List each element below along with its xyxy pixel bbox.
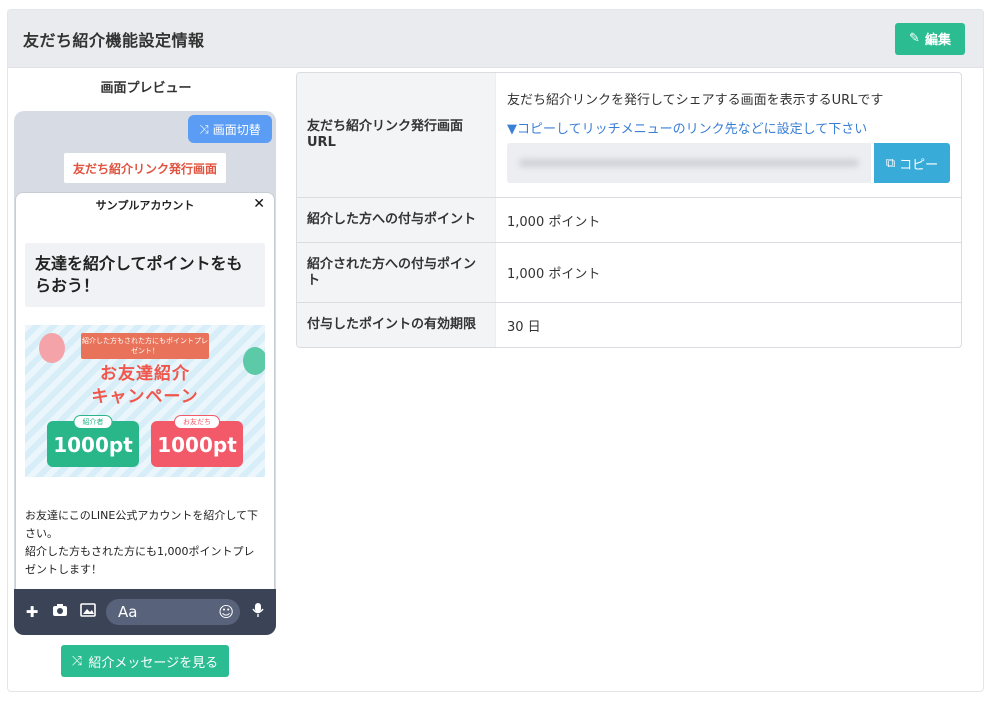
chat-window: サンプルアカウント ✕ 友達を紹介してポイントをもらおう！ 紹介した方もされた方… bbox=[15, 192, 275, 589]
expiry-value: 30 日 bbox=[507, 319, 541, 335]
chat-message-body: お友達にこのLINE公式アカウントを紹介して下さい。 紹介した方もされた方にも1… bbox=[25, 507, 265, 579]
table-row: 紹介された方への付与ポイント 1,000 ポイント bbox=[297, 242, 961, 302]
switch-screen-label: 画面切替 bbox=[212, 122, 261, 137]
referrer-points-label: 紹介した方への付与ポイント bbox=[297, 198, 496, 242]
url-field[interactable] bbox=[507, 143, 871, 183]
table-row: 紹介した方への付与ポイント 1,000 ポイント bbox=[297, 197, 961, 242]
edit-button-label: 編集 bbox=[924, 33, 951, 48]
friend-points: 1000pt bbox=[157, 433, 237, 457]
view-message-label: 紹介メッセージを見る bbox=[88, 655, 219, 671]
richmenu-link-button[interactable]: 友だち紹介リンク発行画面 bbox=[64, 153, 226, 183]
preview-column: 画面プレビュー ⤨ 画面切替 友だち紹介リンク発行画面 サンプルアカウント ✕ … bbox=[14, 68, 278, 677]
url-label: 友だち紹介リンク発行画面URL bbox=[297, 73, 496, 197]
image-icon[interactable] bbox=[78, 603, 98, 621]
referrer-label: 紹介者 bbox=[73, 415, 113, 429]
page-title: 友だち紹介機能設定情報 bbox=[23, 30, 205, 50]
emoji-icon[interactable]: ☺ bbox=[218, 603, 234, 621]
edit-button[interactable]: ✎ 編集 bbox=[895, 22, 965, 55]
card-header: 友だち紹介機能設定情報 ✎ 編集 bbox=[8, 10, 983, 68]
shuffle-icon: ⤨ bbox=[71, 653, 83, 669]
account-name: サンプルアカウント bbox=[95, 199, 195, 212]
referrer-points: 1000pt bbox=[53, 433, 133, 457]
switch-screen-button[interactable]: ⤨ 画面切替 bbox=[188, 115, 272, 143]
friend-label: お友だち bbox=[174, 415, 220, 429]
shuffle-icon: ⤨ bbox=[199, 121, 209, 136]
view-message-button[interactable]: ⤨ 紹介メッセージを見る bbox=[61, 645, 229, 677]
friend-points-box: お友だち 1000pt bbox=[151, 415, 243, 467]
referrer-points-value: 1,000 ポイント bbox=[507, 214, 601, 230]
copy-button-label: コピー bbox=[899, 157, 939, 173]
info-table: 友だち紹介リンク発行画面URL 友だち紹介リンクを発行してシェアする画面を表示す… bbox=[296, 72, 962, 348]
balloon-left bbox=[39, 333, 65, 363]
chat-body-line1: お友達にこのLINE公式アカウントを紹介して下さい。 bbox=[25, 509, 258, 540]
chat-heading: 友達を紹介してポイントをもらおう！ bbox=[25, 243, 265, 307]
url-hint: ▼コピーしてリッチメニューのリンク先などに設定して下さい bbox=[507, 122, 868, 137]
table-row-url: 友だち紹介リンク発行画面URL 友だち紹介リンクを発行してシェアする画面を表示す… bbox=[297, 73, 961, 197]
mic-icon[interactable] bbox=[248, 602, 268, 622]
referrer-points-box: 紹介者 1000pt bbox=[47, 415, 139, 467]
url-copy-group: ⧉ コピー bbox=[507, 143, 950, 183]
url-value-cell: 友だち紹介リンクを発行してシェアする画面を表示するURLです ▼コピーしてリッチ… bbox=[496, 73, 961, 197]
chat-input[interactable]: Aa ☺ bbox=[106, 599, 240, 625]
chat-input-placeholder: Aa bbox=[118, 603, 138, 621]
chat-header: サンプルアカウント ✕ bbox=[16, 193, 274, 217]
copy-icon: ⧉ bbox=[885, 155, 896, 171]
banner-title-line1: お友達紹介 bbox=[100, 364, 190, 384]
campaign-banner: 紹介した方もされた方にもポイントプレゼント！ お友達紹介 キャンペーン 紹介者 … bbox=[25, 325, 265, 477]
plus-icon[interactable]: ✚ bbox=[22, 603, 42, 621]
close-icon[interactable]: ✕ bbox=[253, 196, 265, 212]
preview-title: 画面プレビュー bbox=[100, 81, 192, 96]
pencil-icon: ✎ bbox=[909, 31, 920, 46]
phone-preview: ⤨ 画面切替 友だち紹介リンク発行画面 サンプルアカウント ✕ 友達を紹介してポ… bbox=[14, 111, 276, 635]
expiry-label: 付与したポイントの有効期限 bbox=[297, 303, 496, 347]
url-description: 友だち紹介リンクを発行してシェアする画面を表示するURLです bbox=[507, 93, 884, 108]
table-row: 付与したポイントの有効期限 30 日 bbox=[297, 302, 961, 347]
banner-ribbon: 紹介した方もされた方にもポイントプレゼント！ bbox=[81, 333, 209, 359]
referred-points-label: 紹介された方への付与ポイント bbox=[297, 243, 496, 302]
banner-title-line2: キャンペーン bbox=[91, 387, 199, 407]
chat-footer: ✚ Aa ☺ bbox=[14, 589, 276, 635]
banner-title: お友達紹介 キャンペーン bbox=[25, 363, 265, 409]
chat-body-line2: 紹介した方もされた方にも1,000ポイントプレゼントします！ bbox=[25, 545, 255, 576]
camera-icon[interactable] bbox=[50, 603, 70, 621]
copy-button[interactable]: ⧉ コピー bbox=[874, 143, 950, 183]
referred-points-value: 1,000 ポイント bbox=[507, 267, 601, 282]
